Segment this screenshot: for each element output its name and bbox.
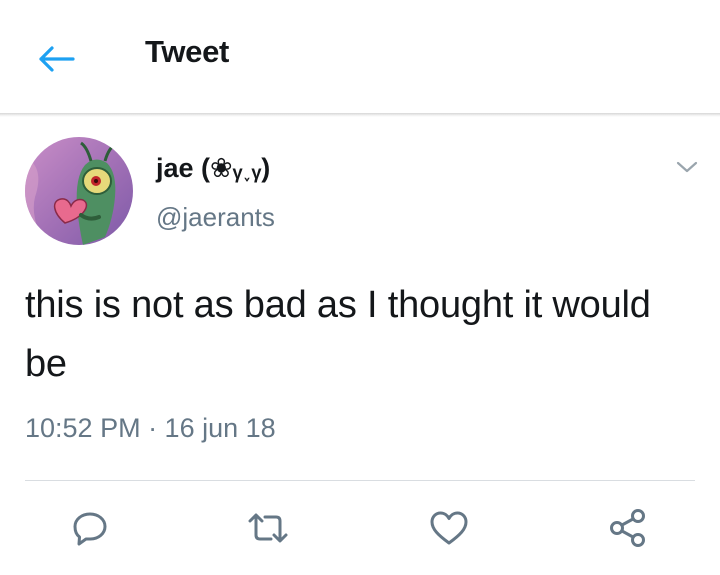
like-button[interactable] xyxy=(424,503,474,553)
author-name[interactable]: jae (❀ᵧ˯ᵧ) xyxy=(156,153,270,184)
top-app-bar: Tweet xyxy=(0,0,720,113)
chevron-down-icon xyxy=(676,161,698,173)
divider xyxy=(25,480,695,481)
tweet-timestamp[interactable]: 10:52 PM · 16 jun 18 xyxy=(25,413,276,444)
top-bar-shadow xyxy=(0,113,720,117)
tweet-menu-button[interactable] xyxy=(670,152,704,182)
tweet-text: this is not as bad as I thought it would… xyxy=(25,284,651,385)
retweet-button[interactable] xyxy=(243,503,293,553)
share-button[interactable] xyxy=(603,503,653,553)
avatar-image xyxy=(25,137,133,245)
arrow-left-icon xyxy=(39,46,75,72)
retweet-icon xyxy=(248,513,288,543)
back-button[interactable] xyxy=(30,36,80,82)
page-title: Tweet xyxy=(145,34,230,69)
author-handle[interactable]: @jaerants xyxy=(156,202,275,233)
avatar[interactable] xyxy=(25,137,133,245)
reply-button[interactable] xyxy=(65,503,115,553)
share-icon xyxy=(610,509,645,547)
heart-icon xyxy=(430,511,468,545)
reply-icon xyxy=(73,512,107,546)
